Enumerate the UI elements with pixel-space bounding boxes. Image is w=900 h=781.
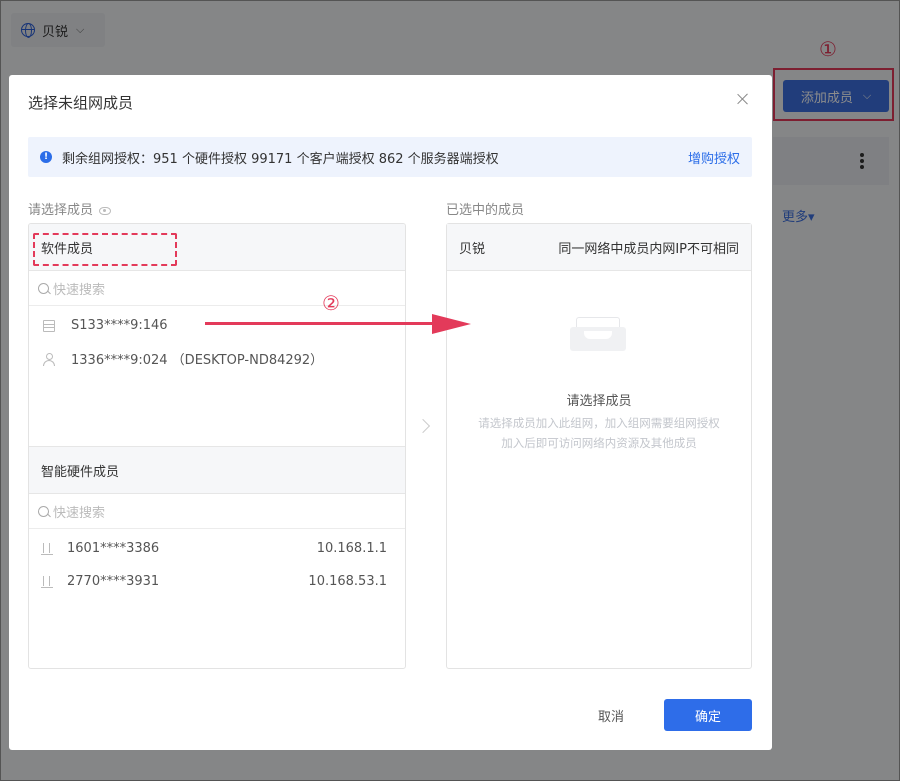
select-member-label-text: 请选择成员: [28, 203, 94, 218]
dialog-title: 选择未组网成员: [28, 94, 134, 112]
info-icon: !: [40, 151, 52, 163]
search-placeholder: 快速搜索: [53, 505, 106, 521]
list-item[interactable]: S133****9:146: [29, 309, 405, 342]
annotation-step-2: ②: [322, 291, 340, 315]
hardware-member-list: 1601****3386 10.168.1.1 2770****3931 10.…: [29, 529, 405, 598]
close-icon[interactable]: [735, 91, 751, 107]
eye-icon[interactable]: [99, 206, 112, 215]
license-info-text: 剩余组网授权：951 个硬件授权 99171 个客户端授权 862 个服务器端授…: [62, 151, 499, 167]
select-member-label: 请选择成员: [28, 199, 112, 218]
software-member-list: S133****9:146 1336****9:024 （DESKTOP-ND8…: [29, 309, 405, 447]
user-icon: [43, 352, 55, 366]
member-source-panel: 软件成员 快速搜索 S133****9:146 1336****9:024 （D…: [28, 223, 406, 669]
member-name: S133****9:146: [71, 318, 168, 333]
member-ip: 10.168.53.1: [308, 574, 387, 589]
buy-license-link[interactable]: 增购授权: [688, 148, 740, 167]
member-ip: 10.168.1.1: [316, 541, 387, 556]
empty-desc-line-2: 加入后即可访问网络内资源及其他成员: [501, 436, 697, 450]
empty-state-description: 请选择成员加入此组网，加入组网需要组网授权 加入后即可访问网络内资源及其他成员: [447, 413, 751, 453]
network-name: 贝锐: [459, 241, 486, 257]
search-icon: [38, 282, 49, 294]
empty-state-title: 请选择成员: [566, 394, 632, 409]
search-placeholder: 快速搜索: [53, 282, 106, 298]
list-item[interactable]: 2770****3931 10.168.53.1: [29, 565, 405, 598]
annotation-arrow-line: [205, 322, 437, 325]
license-info-bar: ! 剩余组网授权：951 个硬件授权 99171 个客户端授权 862 个服务器…: [28, 137, 752, 177]
selected-member-header: 贝锐 同一网络中成员内网IP不可相同: [447, 224, 751, 271]
server-icon: [43, 319, 55, 332]
member-name: 1336****9:024 （DESKTOP-ND84292）: [71, 353, 324, 368]
annotation-arrow-head: [432, 314, 471, 334]
member-name: 1601****3386: [67, 541, 160, 556]
search-icon: [38, 505, 49, 517]
software-search-input[interactable]: 快速搜索: [29, 271, 405, 306]
list-item[interactable]: 1601****3386 10.168.1.1: [29, 532, 405, 565]
select-member-dialog: 选择未组网成员 ! 剩余组网授权：951 个硬件授权 99171 个客户端授权 …: [9, 75, 772, 750]
cancel-button[interactable]: 取消: [589, 700, 633, 730]
annotation-dashed-highlight: [33, 233, 177, 266]
list-item[interactable]: 1336****9:024 （DESKTOP-ND84292）: [29, 342, 405, 375]
selected-member-label: 已选中的成员: [446, 203, 525, 218]
selected-member-panel: 贝锐 同一网络中成员内网IP不可相同 请选择成员 请选择成员加入此组网，加入组网…: [446, 223, 752, 669]
empty-box-icon: [570, 313, 626, 353]
hardware-member-header: 智能硬件成员: [29, 447, 405, 494]
member-name: 2770****3931: [67, 574, 160, 589]
router-icon: [41, 575, 53, 588]
confirm-button[interactable]: 确定: [664, 699, 752, 731]
router-icon: [41, 542, 53, 555]
hardware-search-input[interactable]: 快速搜索: [29, 494, 405, 529]
chevron-right-icon[interactable]: [415, 418, 431, 434]
empty-desc-line-1: 请选择成员加入此组网，加入组网需要组网授权: [478, 416, 720, 430]
ip-hint: 同一网络中成员内网IP不可相同: [558, 241, 739, 257]
